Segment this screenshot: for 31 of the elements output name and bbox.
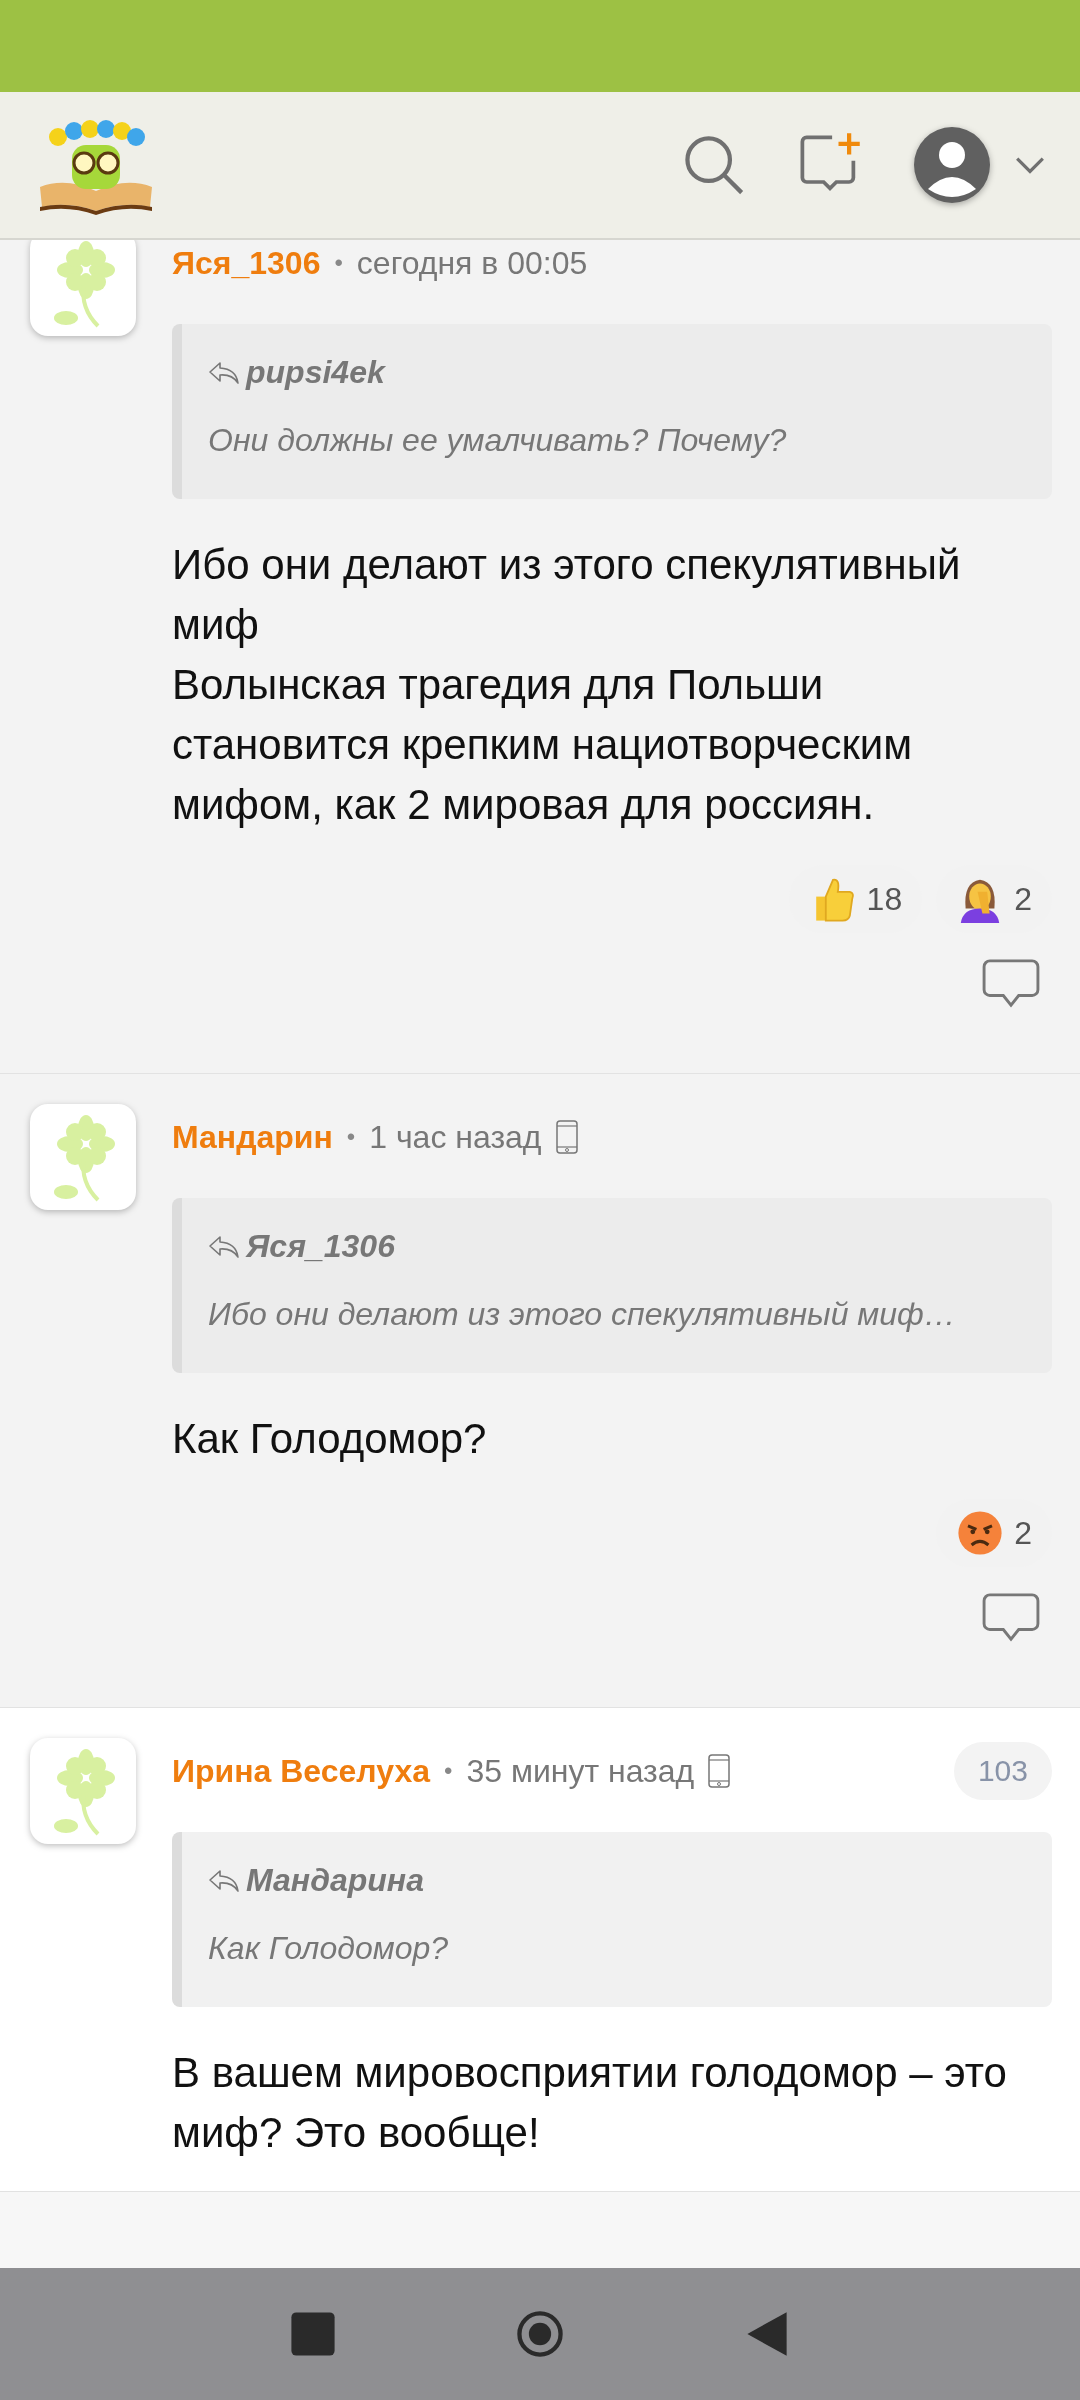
quoted-author: pupsi4ek: [246, 354, 385, 391]
reply-arrow-icon: [208, 360, 240, 385]
account-menu[interactable]: [912, 125, 1046, 205]
reaction-count: 18: [866, 880, 903, 918]
comment-icon[interactable]: [982, 1593, 1040, 1643]
separator-dot: •: [444, 1757, 453, 1785]
comment-number: 103: [953, 1742, 1052, 1800]
quoted-text: Они должны ее умалчивать? Почему?: [208, 421, 788, 460]
comment-text: Ибо они делают из этого спекулятивный миф Волынская трагедия для Польши становится крепким нациотворческим мифом, как 2 мировая для россиян.: [172, 540, 962, 830]
flower-avatar-icon: [28, 1102, 138, 1212]
comment-icon[interactable]: [982, 959, 1040, 1009]
separator-dot: •: [334, 249, 343, 277]
comment-text: В вашем мировосприятии голодомор – это миф? Это вообще!: [172, 2048, 1008, 2158]
quoted-author: Яся_1306: [246, 1228, 395, 1265]
quoted-author: Мандарина: [246, 1862, 424, 1899]
comment-time: 1 час назад: [369, 1118, 542, 1156]
reaction-count: 2: [1014, 880, 1032, 918]
reaction-count: 2: [1014, 1514, 1032, 1552]
caret-icon: [1014, 155, 1046, 175]
separator-dot: •: [346, 1123, 356, 1151]
user-icon: [912, 125, 992, 205]
quoted-text: Как Голодомор?: [208, 1929, 449, 1968]
quoted-text: Ибо они делают из этого спекулятивный миф…: [208, 1295, 957, 1334]
comment-time: 35 минут назад: [466, 1752, 695, 1790]
comment-time: сегодня в 00:05: [356, 244, 588, 282]
reply-arrow-icon: [208, 1234, 240, 1259]
comment-text: Как Голодомор?: [172, 1414, 488, 1464]
reply-arrow-icon: [208, 1868, 240, 1893]
recent-apps-icon[interactable]: [289, 2310, 338, 2358]
angry-face-icon: [956, 1509, 1005, 1557]
home-icon[interactable]: [516, 2310, 564, 2358]
